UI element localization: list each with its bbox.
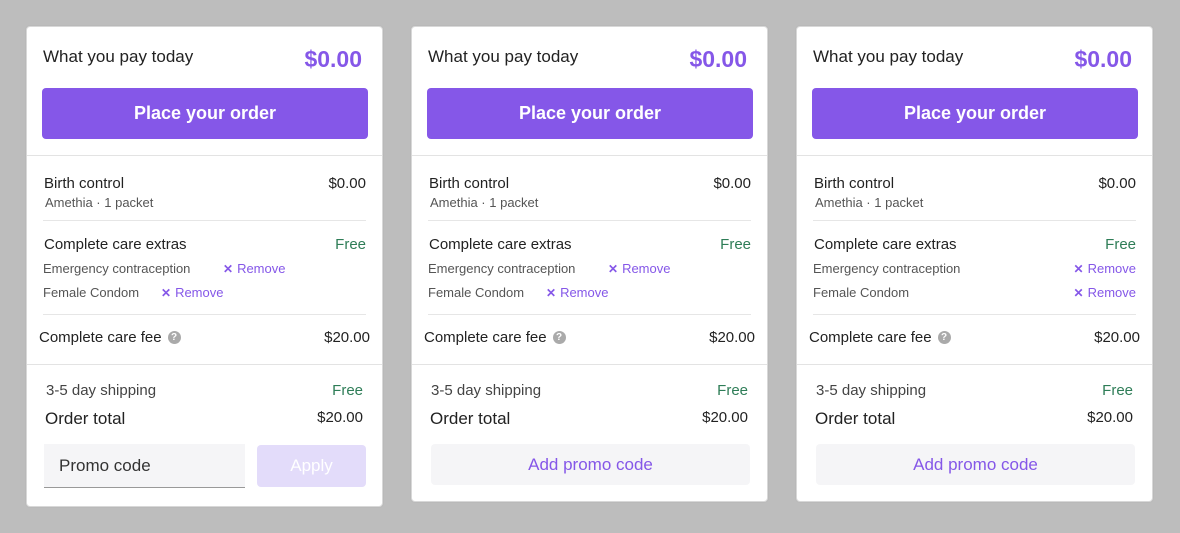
divider	[813, 314, 1136, 315]
close-icon: ✕	[1073, 261, 1084, 276]
add-promo-code-button[interactable]: Add promo code	[431, 444, 750, 485]
question-icon[interactable]: ?	[167, 331, 181, 344]
extra-item-name: Emergency contraception	[813, 261, 961, 276]
extra-item-name: Female Condom	[428, 285, 525, 300]
close-icon: ✕	[546, 285, 557, 300]
item-title: Birth control	[814, 175, 895, 192]
remove-label: Remove	[175, 285, 224, 300]
close-icon: ✕	[223, 261, 234, 276]
extra-item: Emergency contraception ✕ Remove	[813, 261, 1136, 279]
item-price: $0.00	[1098, 175, 1136, 192]
promo-code-input[interactable]	[44, 444, 245, 488]
close-icon: ✕	[1073, 285, 1084, 300]
extra-item: Emergency contraception ✕ Remove	[43, 261, 366, 279]
close-icon: ✕	[608, 261, 619, 276]
extras-title: Complete care extras	[814, 236, 957, 253]
extra-item: Emergency contraception ✕ Remove	[428, 261, 751, 279]
pay-today-amount: $0.00	[689, 46, 747, 72]
pay-today-section: What you pay today $0.00 Place your orde…	[27, 27, 382, 156]
question-icon[interactable]: ?	[937, 331, 951, 344]
pay-today-label: What you pay today	[813, 47, 964, 66]
shipping-label: 3-5 day shipping	[46, 382, 157, 399]
remove-label: Remove	[1087, 285, 1136, 300]
order-total-value: $20.00	[317, 409, 363, 426]
fee-price: $20.00	[709, 329, 755, 346]
divider	[428, 314, 751, 315]
divider	[813, 220, 1136, 221]
remove-label: Remove	[560, 285, 609, 300]
remove-extra-button[interactable]: ✕ Remove	[546, 285, 608, 300]
item-subtitle: Amethia · 1 packet	[45, 195, 154, 210]
divider	[43, 314, 366, 315]
fee-price: $20.00	[324, 329, 370, 346]
fee-label-group: Complete care fee ?	[39, 329, 181, 346]
remove-extra-button[interactable]: ✕ Remove	[161, 285, 223, 300]
divider	[428, 220, 751, 221]
remove-label: Remove	[237, 261, 286, 276]
shipping-value: Free	[332, 382, 363, 399]
fee-label: Complete care fee	[809, 329, 932, 346]
place-order-button[interactable]: Place your order	[42, 88, 368, 139]
order-items-section: Birth control Amethia · 1 packet $0.00 C…	[797, 156, 1152, 365]
order-total-value: $20.00	[702, 409, 748, 426]
order-summary-card-promo-input: What you pay today $0.00 Place your orde…	[26, 26, 383, 507]
shipping-label: 3-5 day shipping	[431, 382, 542, 399]
pay-today-amount: $0.00	[1074, 46, 1132, 72]
remove-extra-button[interactable]: ✕ Remove	[223, 261, 285, 276]
remove-extra-button[interactable]: ✕ Remove	[1074, 285, 1136, 300]
shipping-value: Free	[717, 382, 748, 399]
extra-item-name: Female Condom	[43, 285, 140, 300]
extra-item: Female Condom ✕ Remove	[813, 285, 1136, 303]
fee-price: $20.00	[1094, 329, 1140, 346]
order-total-value: $20.00	[1087, 409, 1133, 426]
remove-label: Remove	[622, 261, 671, 276]
order-items-section: Birth control Amethia · 1 packet $0.00 C…	[27, 156, 382, 365]
order-total-label: Order total	[815, 409, 896, 428]
apply-promo-button[interactable]: Apply	[257, 445, 366, 487]
order-summary-card-add-promo: What you pay today $0.00 Place your orde…	[411, 26, 768, 502]
extra-item-name: Emergency contraception	[428, 261, 576, 276]
remove-extra-button[interactable]: ✕ Remove	[1074, 261, 1136, 276]
order-total-label: Order total	[45, 409, 126, 428]
place-order-button[interactable]: Place your order	[812, 88, 1138, 139]
fee-label: Complete care fee	[424, 329, 547, 346]
order-items-section: Birth control Amethia · 1 packet $0.00 C…	[412, 156, 767, 365]
question-icon[interactable]: ?	[552, 331, 566, 344]
pay-today-label: What you pay today	[43, 47, 194, 66]
extras-free-label: Free	[335, 236, 366, 253]
remove-label: Remove	[1087, 261, 1136, 276]
pay-today-amount: $0.00	[304, 46, 362, 72]
order-total-label: Order total	[430, 409, 511, 428]
item-subtitle: Amethia · 1 packet	[815, 195, 924, 210]
close-icon: ✕	[161, 285, 172, 300]
pay-today-label: What you pay today	[428, 47, 579, 66]
place-order-button[interactable]: Place your order	[427, 88, 753, 139]
order-summary-card-right-remove: What you pay today $0.00 Place your orde…	[796, 26, 1153, 502]
add-promo-code-button[interactable]: Add promo code	[816, 444, 1135, 485]
item-subtitle: Amethia · 1 packet	[430, 195, 539, 210]
pay-today-section: What you pay today $0.00 Place your orde…	[797, 27, 1152, 156]
extra-item-name: Female Condom	[813, 285, 910, 300]
item-title: Birth control	[44, 175, 125, 192]
extra-item: Female Condom ✕ Remove	[43, 285, 366, 303]
extras-free-label: Free	[720, 236, 751, 253]
shipping-value: Free	[1102, 382, 1133, 399]
fee-label: Complete care fee	[39, 329, 162, 346]
fee-label-group: Complete care fee ?	[809, 329, 951, 346]
fee-label-group: Complete care fee ?	[424, 329, 566, 346]
extra-item: Female Condom ✕ Remove	[428, 285, 751, 303]
remove-extra-button[interactable]: ✕ Remove	[608, 261, 670, 276]
extra-item-name: Emergency contraception	[43, 261, 191, 276]
shipping-label: 3-5 day shipping	[816, 382, 927, 399]
item-price: $0.00	[713, 175, 751, 192]
item-title: Birth control	[429, 175, 510, 192]
item-price: $0.00	[328, 175, 366, 192]
extras-free-label: Free	[1105, 236, 1136, 253]
divider	[43, 220, 366, 221]
extras-title: Complete care extras	[429, 236, 572, 253]
pay-today-section: What you pay today $0.00 Place your orde…	[412, 27, 767, 156]
extras-title: Complete care extras	[44, 236, 187, 253]
